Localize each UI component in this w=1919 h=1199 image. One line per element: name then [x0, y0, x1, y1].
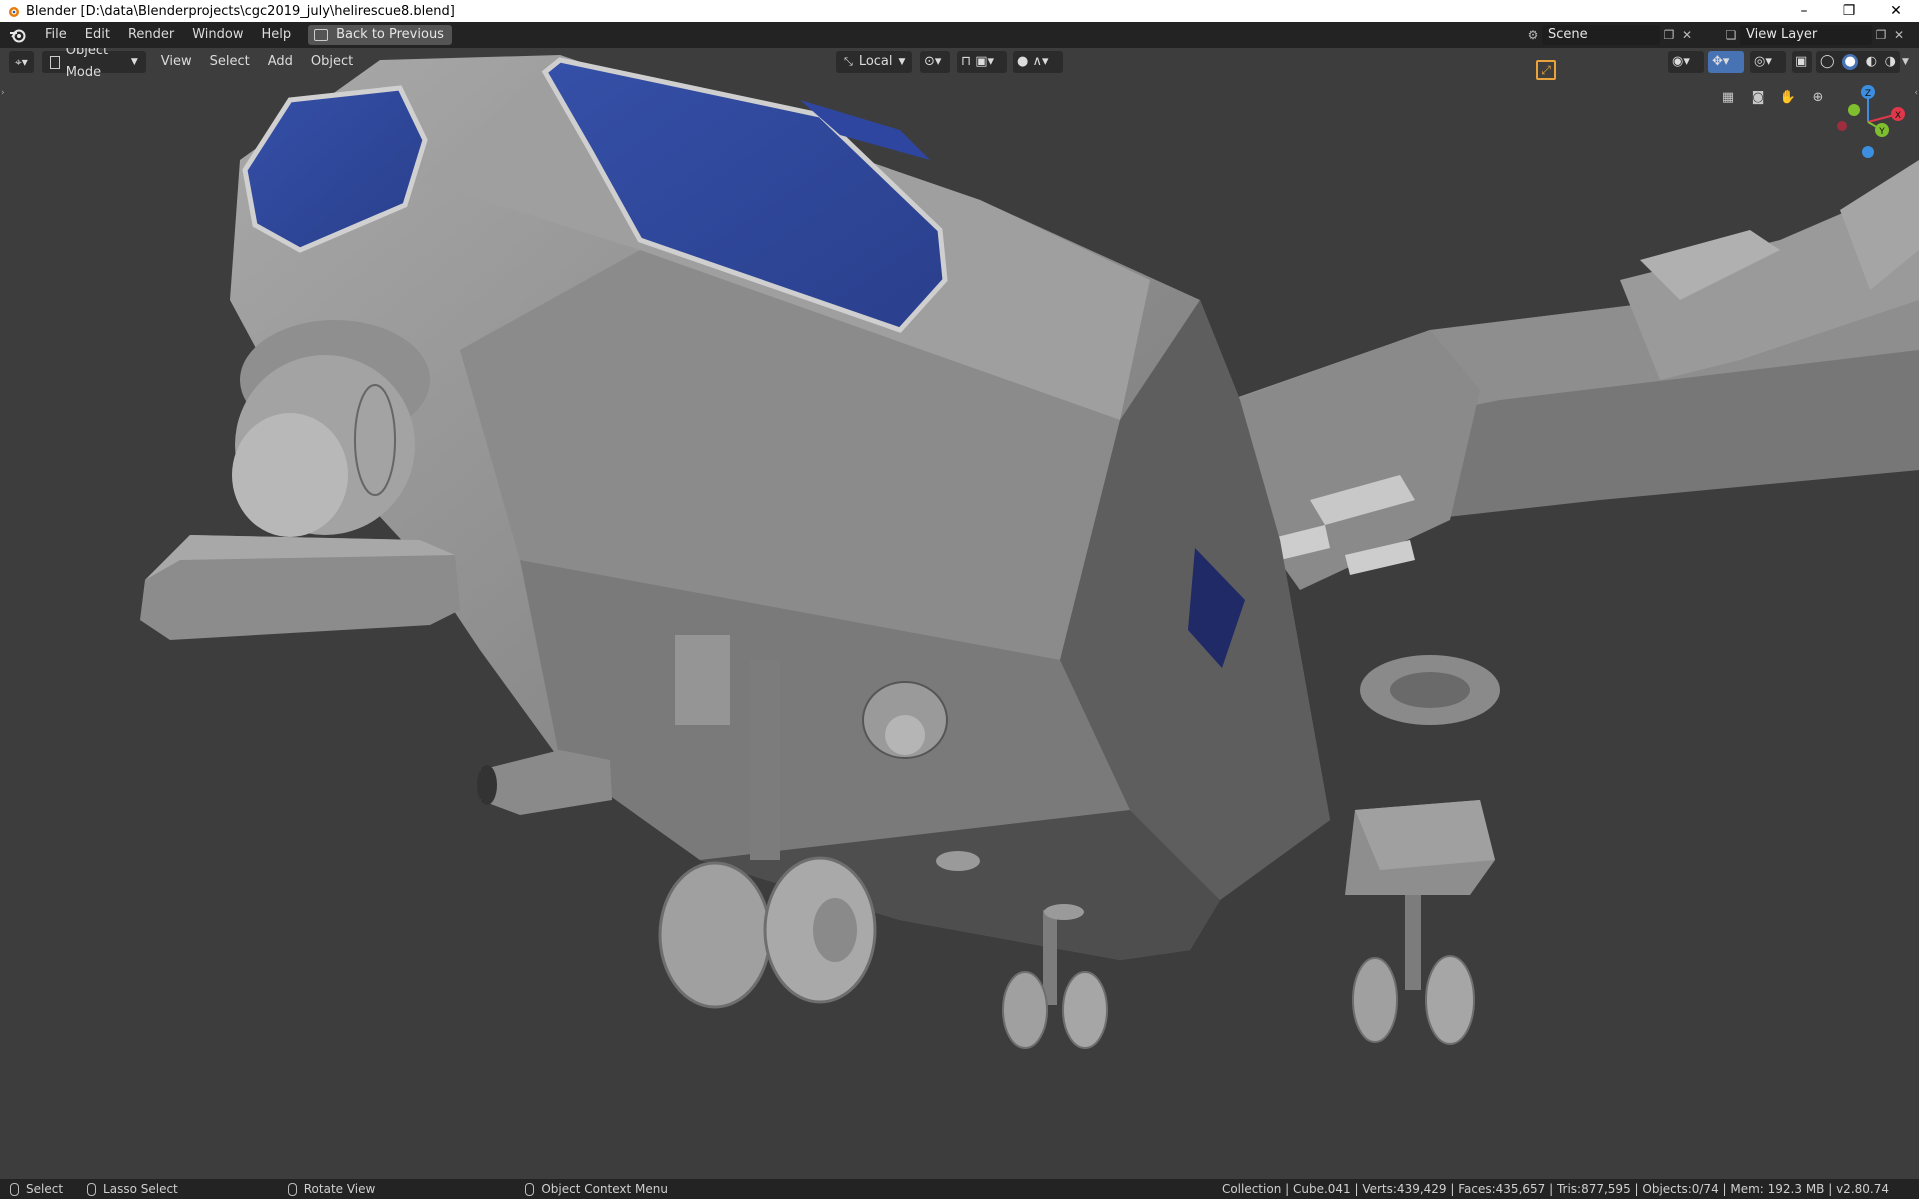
gizmo-toggle[interactable]: ✥▾ — [1708, 51, 1744, 73]
navigation-axis-gizmo[interactable]: Z X Y — [1830, 84, 1910, 164]
mouse-left-icon — [10, 1182, 19, 1196]
view-layer-icon[interactable]: ❏ — [1722, 26, 1740, 44]
pan-hand-icon[interactable]: ✋ — [1776, 85, 1800, 109]
menu-render[interactable]: Render — [119, 22, 183, 48]
helicopter-model[interactable] — [0, 48, 1919, 1179]
visibility-dropdown[interactable]: ◉▾ — [1668, 51, 1704, 73]
xray-icon: ▣ — [1795, 54, 1808, 69]
menu-add[interactable]: Add — [259, 51, 302, 73]
sidebar-expand-arrow-icon[interactable]: ‹ — [1914, 88, 1918, 98]
mouse-middle-icon — [287, 1182, 297, 1196]
transform-orientation-dropdown[interactable]: ⤡ Local ▼ — [836, 51, 912, 73]
3d-viewport[interactable]: ⌖▾ Object Mode ▼ View Select Add Object … — [0, 48, 1919, 1179]
menu-file[interactable]: File — [36, 22, 76, 48]
scene-icon[interactable]: ⚙ — [1524, 26, 1542, 44]
editor-type-button[interactable]: ⌖▾ — [9, 51, 34, 73]
menu-edit[interactable]: Edit — [76, 22, 119, 48]
rendered-shading-icon[interactable]: ◑ — [1885, 51, 1896, 73]
scene-selector[interactable]: ⚙ Scene ❐ ✕ — [1524, 25, 1696, 45]
minimize-button[interactable]: – — [1781, 0, 1827, 22]
new-view-layer-icon[interactable]: ❐ — [1872, 26, 1890, 44]
object-mode-label: Object Mode — [65, 48, 109, 80]
mouse-drag-icon — [87, 1182, 97, 1196]
screen-icon — [314, 29, 329, 41]
menu-select[interactable]: Select — [201, 51, 259, 73]
object-mode-icon — [49, 55, 60, 69]
menu-view[interactable]: View — [152, 51, 201, 73]
snap-toggle[interactable]: ⊓ ▣▾ — [957, 51, 1007, 73]
mouse-right-icon — [525, 1182, 535, 1196]
shading-modes: ◯ ● ◐ ◑ — [1816, 51, 1900, 73]
status-select-hint: Select — [10, 1182, 63, 1196]
remove-scene-icon[interactable]: ✕ — [1678, 26, 1696, 44]
status-rotate-hint: Rotate View — [287, 1182, 376, 1196]
blender-logo-icon[interactable] — [8, 25, 28, 45]
menu-window[interactable]: Window — [183, 22, 252, 48]
new-scene-icon[interactable]: ❐ — [1660, 26, 1678, 44]
scene-name-field[interactable]: Scene — [1542, 25, 1660, 45]
shading-options-chevron-icon[interactable]: ▼ — [1902, 51, 1914, 73]
eye-icon: ◉▾ — [1672, 54, 1690, 69]
xray-toggle[interactable]: ▣ — [1792, 51, 1812, 73]
view-layer-selector[interactable]: ❏ View Layer ❐ ✕ — [1722, 25, 1908, 45]
wireframe-shading-icon[interactable]: ◯ — [1820, 51, 1835, 73]
toggle-perspective-grid-icon[interactable]: ▦ — [1716, 85, 1740, 109]
material-shading-icon[interactable]: ◐ — [1866, 51, 1877, 73]
window-titlebar: Blender [D:\data\Blenderprojects\cgc2019… — [0, 0, 1919, 22]
status-context-menu-label: Object Context Menu — [541, 1182, 668, 1196]
remove-view-layer-icon[interactable]: ✕ — [1890, 26, 1908, 44]
status-rotate-label: Rotate View — [303, 1182, 376, 1196]
proportional-editing-toggle[interactable]: ● ∧▾ — [1013, 51, 1063, 73]
menu-object[interactable]: Object — [302, 51, 362, 73]
toolbar-expand-arrow-icon[interactable]: › — [1, 88, 5, 98]
axis-x-label: X — [1895, 111, 1901, 121]
region-toggle-icon[interactable]: ⤢ — [1536, 60, 1556, 80]
orientation-icon: ⤡ — [844, 55, 853, 68]
back-to-previous-button[interactable]: Back to Previous — [308, 25, 452, 45]
axis-z-label: Z — [1865, 89, 1871, 99]
transform-orientation-label: Local — [858, 54, 893, 69]
scene-statistics: Collection | Cube.041 | Verts:439,429 | … — [1221, 1182, 1889, 1196]
menu-help[interactable]: Help — [253, 22, 301, 48]
close-button[interactable]: ✕ — [1873, 0, 1919, 22]
view-layer-name-field[interactable]: View Layer — [1740, 25, 1872, 45]
editor-type-icon: ⌖▾ — [15, 55, 28, 69]
back-to-previous-label: Back to Previous — [336, 27, 444, 42]
gizmo-icon: ✥▾ — [1712, 54, 1730, 69]
axis-y-label: Y — [1878, 127, 1885, 137]
status-context-menu-hint: Object Context Menu — [525, 1182, 668, 1196]
object-mode-dropdown[interactable]: Object Mode ▼ — [41, 48, 146, 80]
overlays-toggle[interactable]: ◎▾ — [1750, 51, 1786, 73]
chevron-down-icon: ▼ — [130, 57, 138, 67]
zoom-icon[interactable]: ⊕ — [1806, 85, 1830, 109]
window-title: Blender [D:\data\Blenderprojects\cgc2019… — [26, 3, 455, 19]
proportional-edit-icon: ● ∧▾ — [1017, 54, 1049, 69]
pivot-point-dropdown[interactable]: ⊙▾ — [920, 51, 950, 73]
chevron-down-icon: ▼ — [898, 57, 906, 67]
status-bar: Select Lasso Select Rotate View Object C… — [0, 1179, 1919, 1199]
status-select-label: Select — [26, 1182, 64, 1196]
status-lasso-label: Lasso Select — [103, 1182, 178, 1196]
snap-icon: ⊓ ▣▾ — [961, 54, 995, 69]
overlays-icon: ◎▾ — [1754, 54, 1772, 69]
pivot-icon: ⊙▾ — [924, 54, 942, 69]
restore-button[interactable]: ❐ — [1826, 0, 1872, 22]
camera-view-icon[interactable]: ◙ — [1746, 85, 1770, 109]
solid-shading-icon[interactable]: ● — [1842, 54, 1859, 70]
blender-app-icon — [9, 7, 19, 17]
status-lasso-hint: Lasso Select — [87, 1182, 178, 1196]
